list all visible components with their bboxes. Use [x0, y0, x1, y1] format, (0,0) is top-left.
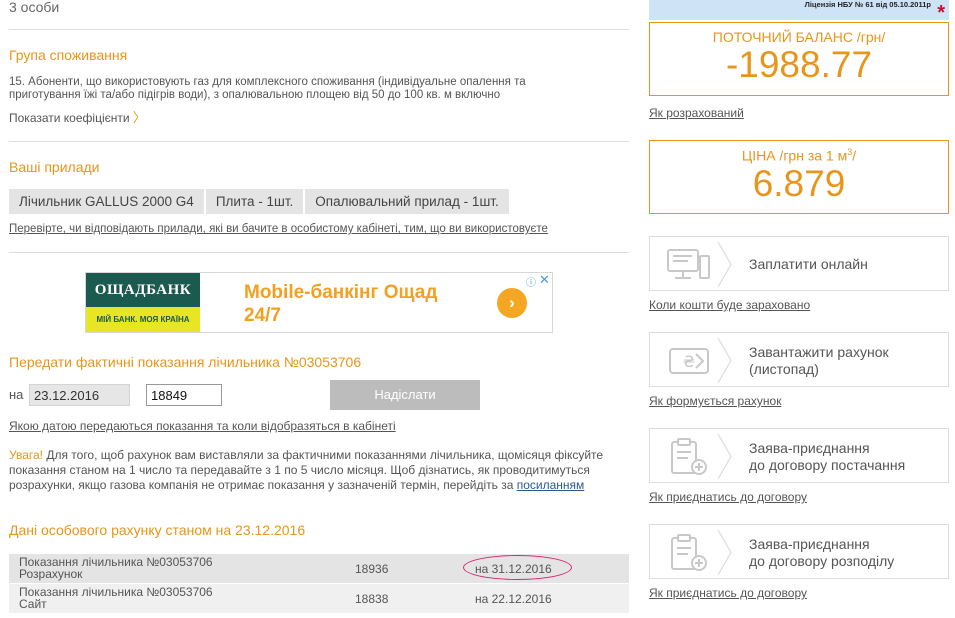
row-date: на 31.12.2016 — [475, 562, 552, 576]
chevron-right-icon — [717, 529, 732, 576]
devices-title: Ваші прилади — [9, 159, 100, 175]
price-box: ЦІНА /грн за 1 м3/ 6.879 — [649, 140, 949, 214]
info-icon[interactable]: ⓘ — [526, 274, 536, 289]
svg-text:₴: ₴ — [683, 352, 695, 371]
table-row: Показання лічильника №03053706 Сайт 1883… — [9, 584, 629, 613]
chevron-right-icon — [717, 433, 732, 480]
chevron-right-icon — [717, 241, 732, 288]
balance-calculation-link[interactable]: Як розрахований — [649, 106, 744, 120]
price-value: 6.879 — [752, 162, 846, 204]
distribution-contract-application-button[interactable]: Заява-приєднання до договору розподілу — [649, 524, 949, 579]
on-date-label: на — [9, 387, 24, 402]
action-label: Заплатити онлайн — [749, 256, 868, 272]
current-balance-box: ПОТОЧНИЙ БАЛАНС /грн/ -1988.77 — [649, 22, 949, 96]
payment-timing-link[interactable]: Коли кошти буде зараховано — [649, 298, 810, 312]
check-devices-link[interactable]: Перевірте, чи відповідають прилади, які … — [9, 223, 548, 235]
row-sublabel: Сайт — [19, 597, 47, 611]
asterisk-icon: * — [937, 2, 945, 24]
attention-label: Увага! — [9, 448, 43, 462]
license-bar: Ліцензія НБУ № 61 від 05.10.2011р * — [649, 0, 949, 24]
oschadbank-logo: ОЩАДБАНК МІЙ БАНК. МОЯ КРАЇНА — [86, 273, 200, 332]
consumption-group-description: 15. Абоненти, що використовують газ для … — [9, 76, 526, 101]
clipboard-add-icon — [671, 438, 707, 475]
join-contract-link[interactable]: Як приєднатись до договору — [649, 490, 807, 504]
clipboard-add-icon — [671, 534, 707, 571]
submit-reading-title: Передати фактичні показання лічильника №… — [9, 354, 362, 370]
send-reading-button[interactable]: Надіслати — [330, 380, 480, 410]
action-label: Завантажити рахунок (листопад) — [749, 344, 889, 377]
chevron-right-icon: 〉 — [132, 110, 146, 125]
row-date: на 22.12.2016 — [475, 592, 552, 606]
divider — [9, 29, 629, 30]
chevron-right-icon — [717, 337, 732, 384]
account-data-title: Дані особового рахунку станом на 23.12.2… — [9, 522, 306, 538]
arrow-right-icon[interactable]: › — [497, 288, 527, 318]
row-value: 18936 — [355, 562, 389, 576]
row-value: 18838 — [355, 592, 389, 606]
join-contract-link[interactable]: Як приєднатись до договору — [649, 586, 807, 600]
oschadbank-ad-banner[interactable]: ОЩАДБАНК МІЙ БАНК. МОЯ КРАЇНА Mobile-бан… — [85, 272, 553, 333]
reading-date-info-link[interactable]: Якою датою передаються показання та коли… — [9, 419, 396, 433]
banner-headline: Mobile-банкінг Ощад 24/7 — [244, 282, 438, 326]
row-sublabel: Розрахунок — [19, 567, 83, 581]
bill-formation-link[interactable]: Як формується рахунок — [649, 394, 781, 408]
reading-value-field[interactable] — [146, 384, 222, 406]
reading-notice: Увага! Для того, щоб рахунок вам виставл… — [9, 448, 604, 492]
consumption-group-title: Група споживання — [9, 47, 128, 63]
device-stove: Плита - 1шт. — [205, 189, 304, 214]
device-heater: Опалювальний прилад - 1шт. — [305, 189, 509, 214]
license-text: Ліцензія НБУ № 61 від 05.10.2011р — [804, 0, 931, 9]
balance-label: ПОТОЧНИЙ БАЛАНС /грн/ — [712, 29, 886, 45]
divider — [9, 252, 629, 253]
reading-date-field[interactable] — [29, 384, 130, 406]
table-row: Показання лічильника №03053706 Розрахуно… — [9, 554, 629, 583]
row-label: Показання лічильника №03053706 — [19, 585, 213, 599]
show-coefficients-link[interactable]: Показати коефіцієнти 〉 — [9, 107, 146, 126]
action-label: Заява-приєднання до договору розподілу — [749, 536, 895, 569]
download-bill-button[interactable]: ₴ Завантажити рахунок (листопад) — [649, 332, 949, 387]
divider — [9, 141, 629, 142]
computer-icon — [667, 249, 710, 279]
pay-online-button[interactable]: Заплатити онлайн — [649, 236, 949, 291]
supply-contract-application-button[interactable]: Заява-приєднання до договору постачання — [649, 428, 949, 483]
balance-value: -1988.77 — [725, 44, 873, 85]
bill-icon: ₴ — [669, 348, 709, 374]
close-icon[interactable]: ✕ — [539, 273, 550, 288]
price-label: ЦІНА /грн за 1 м3/ — [741, 147, 857, 164]
notice-details-link[interactable]: посиланням — [517, 478, 585, 492]
action-label: Заява-приєднання до договору постачання — [749, 440, 906, 473]
devices-list: Лічильник GALLUS 2000 G4 Плита - 1шт. Оп… — [9, 189, 509, 214]
persons-count: 3 особи — [9, 0, 60, 15]
device-meter: Лічильник GALLUS 2000 G4 — [9, 189, 204, 214]
